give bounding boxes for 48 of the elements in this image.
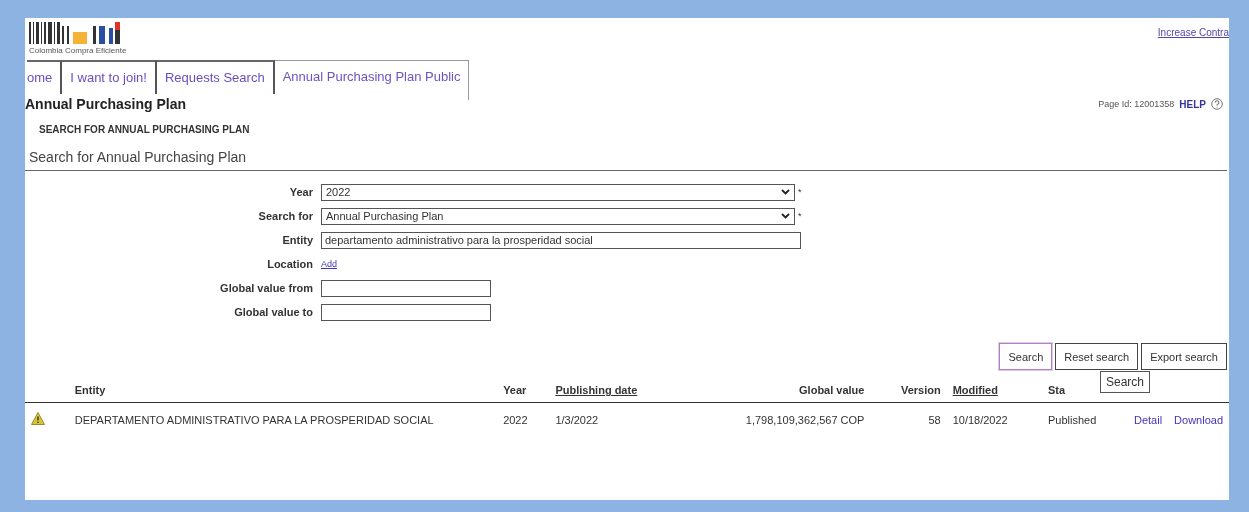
dropdown-field[interactable]: 2022 xyxy=(321,183,795,201)
nav-tab[interactable]: Requests Search xyxy=(156,60,275,94)
column-header: Entity xyxy=(74,384,106,396)
add-location-link[interactable]: Add xyxy=(321,259,337,269)
field-label: Location xyxy=(266,258,314,270)
section-heading: Search for Annual Purchasing Plan xyxy=(25,135,1227,171)
sortable-column-header[interactable]: Publishing date xyxy=(555,384,638,396)
page-id: Page Id: 12001358 xyxy=(1098,99,1175,109)
increase-contrast-link[interactable]: Increase Contra xyxy=(1157,27,1229,38)
nav-tab[interactable]: ome xyxy=(27,60,63,94)
dropdown-field[interactable]: Annual Purchasing Plan xyxy=(321,207,795,225)
column-header: Year xyxy=(503,384,527,396)
field-label: Year xyxy=(288,186,314,198)
table-cell: 1,798,109,362,567 COP xyxy=(745,413,865,426)
column-header: Sta xyxy=(1047,384,1066,396)
table-cell: 10/18/2022 xyxy=(952,413,1008,426)
column-header: Global value xyxy=(799,384,865,396)
table-cell: Published xyxy=(1047,413,1097,426)
row-link[interactable]: Download xyxy=(1174,413,1223,426)
row-link[interactable]: Detail xyxy=(1133,413,1163,426)
page-title: Annual Purchasing Plan xyxy=(25,96,187,112)
search-action-button[interactable]: Reset search xyxy=(1055,343,1139,370)
nav-tab[interactable]: I want to join! xyxy=(62,60,157,94)
chevron-down-icon xyxy=(781,213,790,219)
table-cell: 2022 xyxy=(503,413,528,426)
entity-input-field[interactable]: departamento administrativo para la prosperidad social xyxy=(321,231,801,249)
logo-text: Colombia Compra Eficiente xyxy=(29,46,127,55)
required-mark: * xyxy=(798,187,802,197)
table-cell: 1/3/2022 xyxy=(555,413,599,426)
field-label: Entity xyxy=(281,234,314,246)
search-action-button[interactable]: Search xyxy=(999,343,1053,370)
field-label: Global value from xyxy=(219,282,314,294)
field-label: Global value to xyxy=(233,306,314,318)
chevron-down-icon xyxy=(781,189,790,195)
page-subtitle: SEARCH FOR ANNUAL PURCHASING PLAN xyxy=(38,123,251,135)
nav-tab[interactable]: Annual Purchasing Plan Public xyxy=(274,60,470,100)
sortable-column-header[interactable]: Modified xyxy=(952,384,998,396)
help-icon[interactable] xyxy=(1211,98,1223,110)
tooltip: Search xyxy=(1100,371,1151,393)
help-link[interactable]: HELP xyxy=(1179,98,1206,110)
table-cell: 58 xyxy=(928,413,941,426)
value-input-field[interactable] xyxy=(321,303,491,321)
search-action-button[interactable]: Export search xyxy=(1141,343,1227,370)
required-mark: * xyxy=(798,211,802,221)
column-header: Version xyxy=(900,384,941,396)
field-label: Search for xyxy=(257,210,314,222)
table-cell: DEPARTAMENTO ADMINISTRATIVO PARA LA PROSPERIDAD SOCIAL xyxy=(74,413,434,426)
value-input-field[interactable] xyxy=(321,279,491,297)
